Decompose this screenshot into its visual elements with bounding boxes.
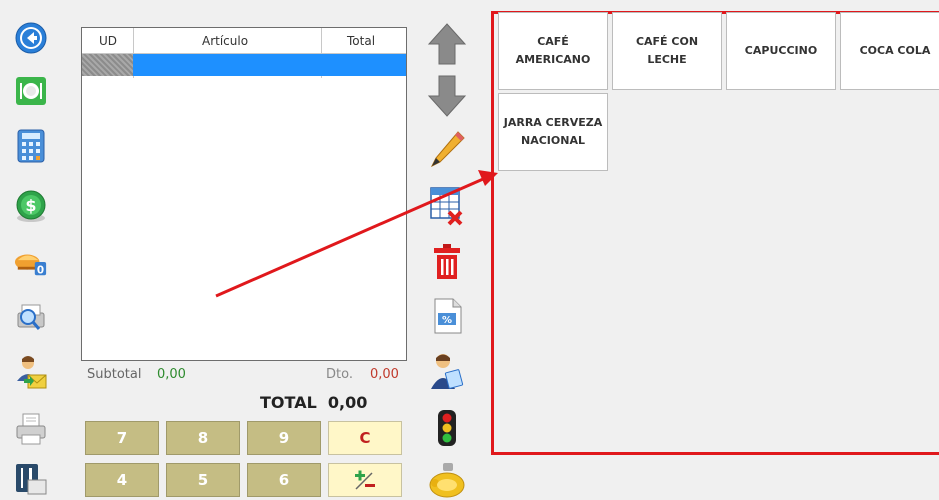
annotation-arrow: [215, 170, 498, 298]
